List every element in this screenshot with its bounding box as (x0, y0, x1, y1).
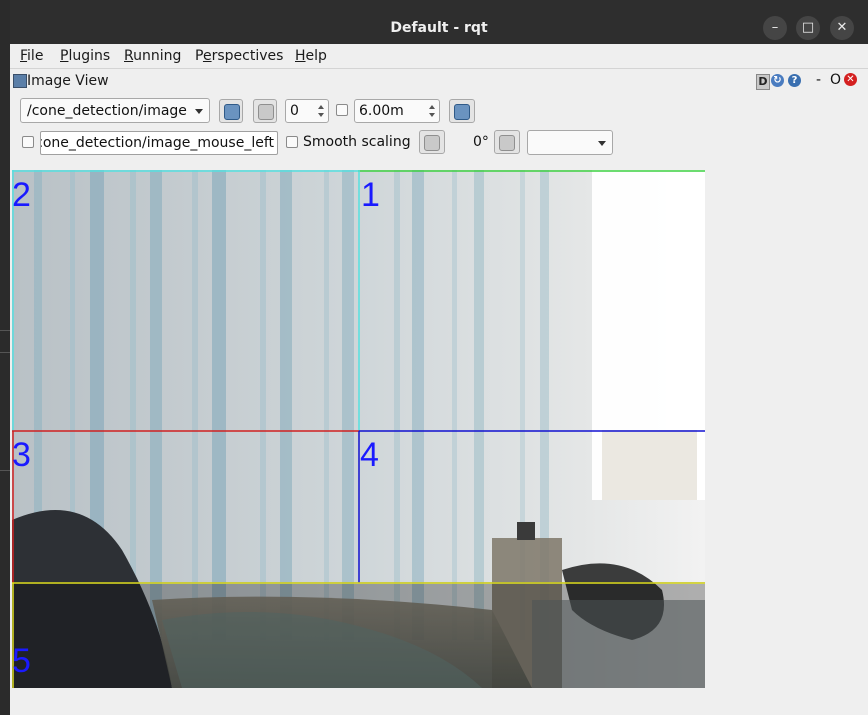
smooth-scaling-label: Smooth scaling (303, 134, 411, 150)
num-gridlines-spinbox[interactable]: 0 (285, 99, 329, 123)
topic-select-value: /cone_detection/image (27, 103, 187, 119)
maximize-button[interactable]: □ (796, 16, 820, 40)
window-title: Default - rqt (390, 20, 488, 36)
rotation-label: 0° (473, 134, 489, 150)
refresh-icon (224, 104, 240, 120)
chevron-down-icon (598, 141, 606, 146)
spin-down-icon[interactable] (318, 113, 324, 117)
mouse-topic-field[interactable]: cone_detection/image_mouse_left (40, 131, 278, 155)
publish-mouse-checkbox[interactable] (22, 136, 34, 148)
zoom-one-button[interactable] (253, 99, 277, 123)
spinbox-value: 0 (290, 103, 299, 119)
dock-button[interactable]: D (756, 74, 770, 90)
topic-select[interactable]: /cone_detection/image (20, 98, 210, 123)
region-label-4: 4 (360, 436, 379, 474)
menu-perspectives[interactable]: Perspectives (195, 48, 283, 64)
title-bar[interactable]: Default - rqt – □ ✕ (10, 0, 868, 44)
rotate-left-button[interactable] (419, 130, 445, 154)
rotate-right-button[interactable] (494, 130, 520, 154)
float-plugin-button[interactable]: O (830, 72, 841, 88)
refresh-topics-button[interactable] (219, 99, 243, 123)
menu-running[interactable]: Running (124, 48, 181, 64)
region-label-3: 3 (12, 436, 31, 474)
minimize-plugin-button[interactable]: - (816, 72, 821, 88)
help-icon[interactable]: ? (788, 74, 801, 87)
max-range-checkbox[interactable] (336, 104, 348, 116)
minimize-button[interactable]: – (763, 16, 787, 40)
smooth-scaling-checkbox[interactable] (286, 136, 298, 148)
spin-down-icon[interactable] (429, 113, 435, 117)
save-image-button[interactable] (449, 99, 475, 123)
image-view[interactable]: 2 1 3 4 5 (12, 170, 705, 688)
color-scheme-select[interactable] (527, 130, 613, 155)
rqt-window: Default - rqt – □ ✕ File Plugins Running… (10, 0, 868, 715)
camera-image: 2 1 3 4 5 (12, 170, 705, 688)
zoom-icon (258, 104, 274, 120)
close-plugin-icon[interactable]: ✕ (844, 73, 857, 86)
region-label-2: 2 (12, 176, 31, 214)
menu-file[interactable]: File (20, 48, 43, 64)
chevron-down-icon (195, 109, 203, 114)
region-label-1: 1 (361, 176, 380, 214)
save-icon (454, 104, 470, 120)
spin-up-icon[interactable] (318, 105, 324, 109)
max-range-spinbox[interactable]: 6.00m (354, 99, 440, 123)
region-label-5: 5 (12, 642, 31, 680)
image-view-icon (13, 74, 27, 88)
plugin-title: Image View (27, 73, 109, 89)
rotate-right-icon (499, 135, 515, 151)
mouse-topic-value: cone_detection/image_mouse_left (40, 135, 274, 151)
max-range-value: 6.00m (359, 103, 404, 119)
window-footer (10, 690, 868, 715)
close-button[interactable]: ✕ (830, 16, 854, 40)
reload-icon[interactable]: ↻ (771, 74, 784, 87)
spin-up-icon[interactable] (429, 105, 435, 109)
menu-plugins[interactable]: Plugins (60, 48, 110, 64)
plugin-header: Image View D ↻ ? - O ✕ (10, 70, 868, 92)
menu-bar: File Plugins Running Perspectives Help (10, 44, 868, 69)
menu-help[interactable]: Help (295, 48, 327, 64)
rotate-left-icon (424, 135, 440, 151)
